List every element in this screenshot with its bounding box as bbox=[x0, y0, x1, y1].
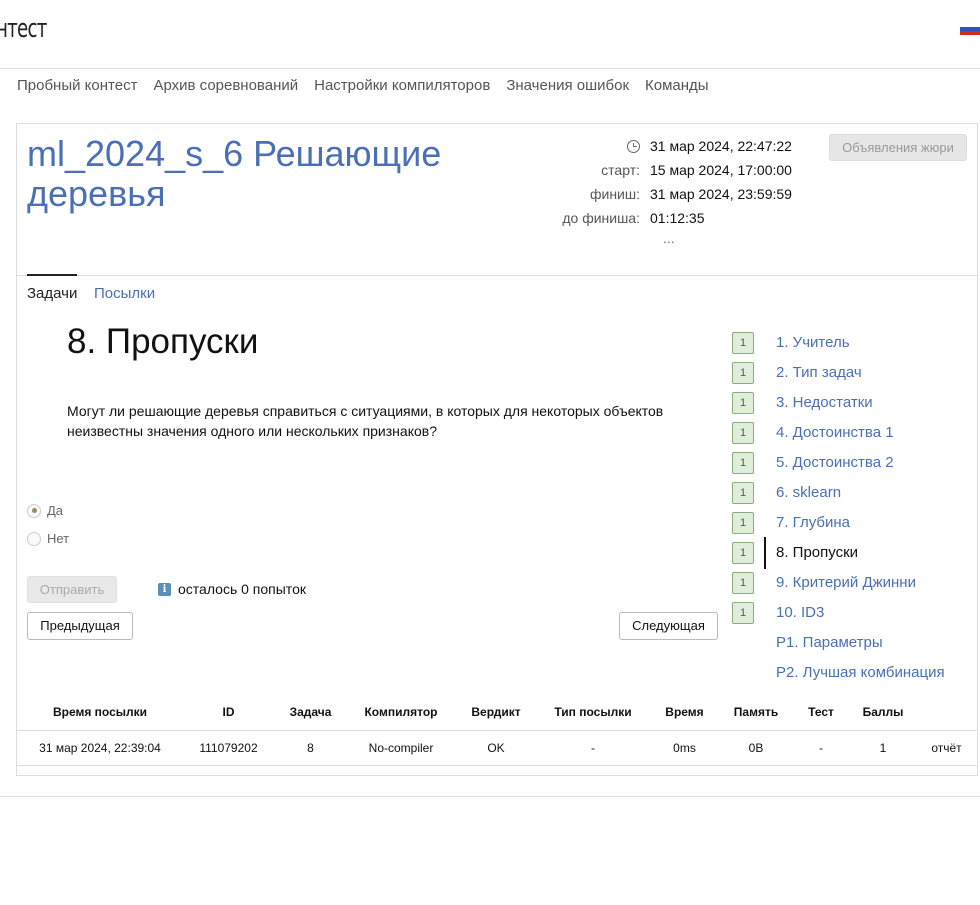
problem-list-item[interactable]: 1 6. sklearn bbox=[732, 482, 972, 504]
score-badge: 1 bbox=[732, 392, 754, 414]
cell-time: 0ms bbox=[649, 730, 720, 766]
radio-icon[interactable] bbox=[27, 531, 41, 546]
tabs-divider bbox=[17, 275, 977, 276]
current-time: 31 мар 2024, 22:47:22 bbox=[650, 138, 792, 154]
score-badge: 1 bbox=[732, 332, 754, 354]
tab-submissions[interactable]: Посылки bbox=[94, 285, 155, 302]
clock-icon bbox=[627, 140, 640, 153]
problem-link[interactable]: 1. Учитель bbox=[776, 334, 850, 351]
col-submission-type: Тип посылки bbox=[537, 695, 649, 731]
remaining-label: до финиша: bbox=[562, 210, 640, 226]
current-problem-indicator bbox=[764, 537, 766, 569]
problem-list-item[interactable]: 1 3. Недостатки bbox=[732, 392, 972, 414]
cell-id: 111079202 bbox=[183, 730, 274, 766]
problem-link[interactable]: 7. Глубина bbox=[776, 514, 850, 531]
remaining-time: 01:12:35 bbox=[650, 210, 705, 226]
language-flag-icon[interactable] bbox=[960, 23, 980, 35]
problem-list-item[interactable]: 1 5. Достоинства 2 bbox=[732, 452, 972, 474]
problem-link[interactable]: 6. sklearn bbox=[776, 484, 841, 501]
col-time: Время bbox=[649, 695, 720, 731]
submissions-table: Время посылки ID Задача Компилятор Верди… bbox=[17, 695, 977, 766]
score-badge: 1 bbox=[732, 512, 754, 534]
problem-list-item[interactable]: P2. Лучшая комбинация bbox=[732, 662, 972, 684]
finish-label: финиш: bbox=[589, 186, 640, 202]
problem-link[interactable]: 8. Пропуски bbox=[776, 544, 858, 561]
jury-announcements-button[interactable]: Объявления жюри bbox=[829, 134, 967, 161]
problem-link[interactable]: 4. Достоинства 1 bbox=[776, 424, 894, 441]
attempts-info: i осталось 0 попыток bbox=[158, 581, 306, 597]
score-badge: 1 bbox=[732, 452, 754, 474]
finish-time: 31 мар 2024, 23:59:59 bbox=[650, 186, 792, 202]
problem-list-item[interactable]: 1 10. ID3 bbox=[732, 602, 972, 624]
nav-trial-contest[interactable]: Пробный контест bbox=[17, 77, 137, 94]
cell-memory: 0B bbox=[720, 730, 792, 766]
tab-tasks[interactable]: Задачи bbox=[27, 285, 77, 302]
problem-link[interactable]: P2. Лучшая комбинация bbox=[776, 664, 945, 681]
problem-list-item[interactable]: 1 2. Тип задач bbox=[732, 362, 972, 384]
footer-divider bbox=[0, 796, 980, 797]
start-label: старт: bbox=[601, 162, 640, 178]
submit-button[interactable]: Отправить bbox=[27, 576, 117, 603]
option-yes[interactable]: Да bbox=[27, 503, 63, 518]
problem-title: 8. Пропуски bbox=[67, 322, 259, 361]
option-no-label: Нет bbox=[47, 531, 70, 546]
score-badge: 1 bbox=[732, 572, 754, 594]
score-badge: 1 bbox=[732, 362, 754, 384]
cell-score: 1 bbox=[850, 730, 916, 766]
problem-link[interactable]: 2. Тип задач bbox=[776, 364, 862, 381]
radio-selected-icon[interactable] bbox=[27, 503, 41, 518]
problem-link[interactable]: 3. Недостатки bbox=[776, 394, 873, 411]
cell-test: - bbox=[792, 730, 850, 766]
report-link[interactable]: отчёт bbox=[916, 730, 977, 766]
problem-list-item[interactable]: 1 4. Достоинства 1 bbox=[732, 422, 972, 444]
col-submit-time: Время посылки bbox=[17, 695, 183, 731]
site-logo[interactable]: нтест bbox=[0, 14, 47, 44]
nav-archive[interactable]: Архив соревнований bbox=[153, 77, 298, 94]
score-badge: 1 bbox=[732, 482, 754, 504]
header-divider bbox=[0, 68, 980, 69]
col-compiler: Компилятор bbox=[347, 695, 455, 731]
problem-list-item[interactable]: 1 8. Пропуски bbox=[732, 537, 972, 569]
problem-list-item[interactable]: P1. Параметры bbox=[732, 632, 972, 654]
start-time: 15 мар 2024, 17:00:00 bbox=[650, 162, 792, 178]
col-memory: Память bbox=[720, 695, 792, 731]
col-report bbox=[916, 695, 977, 731]
nav-teams[interactable]: Команды bbox=[645, 77, 709, 94]
cell-task: 8 bbox=[274, 730, 347, 766]
problem-link[interactable]: 9. Критерий Джинни bbox=[776, 574, 916, 591]
col-test: Тест bbox=[792, 695, 850, 731]
option-no[interactable]: Нет bbox=[27, 531, 69, 546]
attempts-text: осталось 0 попыток bbox=[178, 581, 306, 597]
previous-button[interactable]: Предыдущая bbox=[27, 612, 133, 640]
table-header-row: Время посылки ID Задача Компилятор Верди… bbox=[17, 695, 977, 731]
more-info-link[interactable]: ... bbox=[663, 230, 675, 246]
option-yes-label: Да bbox=[47, 503, 64, 518]
col-verdict: Вердикт bbox=[455, 695, 537, 731]
nav-error-codes[interactable]: Значения ошибок bbox=[506, 77, 629, 94]
contest-info: 31 мар 2024, 22:47:22 старт: 15 мар 2024… bbox=[0, 136, 792, 232]
next-button[interactable]: Следующая bbox=[619, 612, 718, 640]
problem-link[interactable]: 10. ID3 bbox=[776, 604, 824, 621]
score-badge: 1 bbox=[732, 542, 754, 564]
problem-link[interactable]: P1. Параметры bbox=[776, 634, 883, 651]
nav-compiler-settings[interactable]: Настройки компиляторов bbox=[314, 77, 490, 94]
col-task: Задача bbox=[274, 695, 347, 731]
active-tab-indicator bbox=[27, 274, 77, 276]
info-icon: i bbox=[158, 582, 171, 596]
problem-list-item[interactable]: 1 1. Учитель bbox=[732, 332, 972, 354]
problem-list-item[interactable]: 1 9. Критерий Джинни bbox=[732, 572, 972, 594]
cell-submission-type: - bbox=[537, 730, 649, 766]
score-badge: 1 bbox=[732, 422, 754, 444]
main-nav: Пробный контест Архив соревнований Настр… bbox=[17, 77, 709, 94]
score-badge: 1 bbox=[732, 602, 754, 624]
problem-statement: Могут ли решающие деревья справиться с с… bbox=[67, 403, 664, 439]
problem-list-item[interactable]: 1 7. Глубина bbox=[732, 512, 972, 534]
cell-verdict: OK bbox=[455, 730, 537, 766]
cell-compiler: No-compiler bbox=[347, 730, 455, 766]
cell-submit-time: 31 мар 2024, 22:39:04 bbox=[17, 730, 183, 766]
table-row: 31 мар 2024, 22:39:04 111079202 8 No-com… bbox=[17, 730, 977, 766]
col-score: Баллы bbox=[850, 695, 916, 731]
col-id: ID bbox=[183, 695, 274, 731]
problem-link[interactable]: 5. Достоинства 2 bbox=[776, 454, 894, 471]
